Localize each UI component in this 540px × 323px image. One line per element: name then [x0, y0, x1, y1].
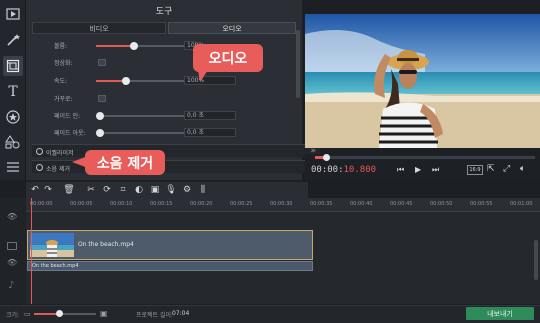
tick-label: 00:00:20 — [190, 201, 213, 207]
tick-label: 00:00:45 — [390, 201, 413, 207]
fade-out-label: 페이드 아웃: — [54, 130, 86, 137]
preview-progress-bar[interactable] — [315, 154, 535, 161]
fade-in-slider[interactable] — [96, 112, 186, 120]
skip-forward-icon[interactable]: ⏭ — [432, 165, 439, 175]
playhead[interactable] — [31, 198, 32, 304]
duration-label: 프로젝트 길이: — [136, 312, 174, 319]
bottom-bar: 크기: ▭ ▣ 프로젝트 길이: 07:04 — [0, 305, 540, 323]
rotate-icon[interactable]: ⟳ — [102, 185, 112, 195]
cut-icon[interactable]: ✂ — [86, 185, 96, 195]
audio-callout-pointer — [198, 70, 208, 82]
play-icon[interactable]: ▶ — [415, 165, 421, 174]
stickers-icon[interactable] — [3, 107, 23, 127]
zoom-in-icon[interactable]: ▣ — [100, 309, 108, 318]
noise-removal-label: 소음 제거 — [46, 166, 70, 173]
audio-clip-label: On the beach.mp4 — [32, 263, 79, 269]
track-eye-icon[interactable]: 👁︎ — [7, 212, 17, 221]
tick-label: 00:00:25 — [230, 201, 253, 207]
volume-slider[interactable] — [96, 42, 186, 50]
edit-toolbar: ↶ ↷ 🗑︎ ✂ ⟳ ⌗ ◐ ▣ 🎙︎ ⚙ ⫼ — [26, 182, 308, 198]
tick-label: 00:00:10 — [110, 201, 133, 207]
timecode: 00:00:10.800 — [311, 165, 377, 175]
audio-callout: 오디오 — [193, 44, 263, 72]
export-button[interactable]: 내보내기 — [466, 307, 534, 320]
audio-equalizer-icon[interactable]: ⫼ — [198, 185, 208, 195]
reverse-label: 거꾸로: — [54, 96, 73, 103]
zoom-out-icon[interactable]: ▭ — [24, 310, 31, 318]
panel-title: 도구 — [155, 7, 173, 17]
tick-label: 00:00:40 — [350, 201, 373, 207]
magic-wand-icon[interactable] — [3, 30, 23, 50]
aspect-ratio-button[interactable]: 16:9 — [467, 165, 483, 175]
fade-in-label: 페이드 인: — [54, 113, 81, 120]
equalizer-radio-icon — [36, 148, 43, 155]
detach-preview-icon[interactable]: ⇱ — [487, 164, 495, 174]
color-adjust-icon[interactable]: ◐ — [134, 185, 144, 195]
speed-slider[interactable] — [96, 77, 186, 85]
panel-scrollbar[interactable] — [296, 30, 300, 98]
clip-properties-icon[interactable]: ⚙ — [182, 185, 192, 195]
noise-callout-pointer — [72, 156, 88, 168]
record-audio-icon[interactable]: 🎙︎ — [165, 185, 176, 195]
tick-label: 00:01:00 — [510, 201, 533, 207]
duration-value: 07:04 — [172, 310, 190, 317]
video-preview[interactable] — [305, 14, 540, 148]
normalize-checkbox[interactable] — [98, 59, 106, 66]
transitions-icon[interactable] — [3, 132, 23, 152]
tab-audio[interactable]: 오디오 — [168, 22, 296, 34]
tick-label: 00:00:55 — [470, 201, 493, 207]
undo-icon[interactable]: ↶ — [30, 185, 40, 195]
video-eye-icon[interactable]: 👁︎ — [7, 258, 17, 267]
skip-back-icon[interactable]: ⏮ — [397, 165, 404, 175]
zoom-slider[interactable] — [34, 310, 96, 317]
music-track-icon: ♪ — [8, 280, 15, 291]
reverse-checkbox[interactable] — [98, 95, 106, 102]
timeline-ruler[interactable]: 00:00:00 00:00:05 00:00:10 00:00:15 00:0… — [26, 198, 540, 212]
crop-icon[interactable]: ⌗ — [118, 185, 128, 195]
clip-thumbnail — [30, 233, 74, 257]
filmstrip-icon[interactable] — [3, 56, 23, 76]
volume-label: 볼륨: — [54, 43, 68, 50]
tick-label: 00:00:15 — [150, 201, 173, 207]
tab-video[interactable]: 비디오 — [32, 22, 166, 34]
redo-icon[interactable]: ↷ — [43, 185, 53, 195]
tick-label: 00:00:30 — [270, 201, 293, 207]
tick-label: 00:00:00 — [30, 201, 53, 207]
speed-label: 속도: — [54, 78, 68, 85]
track-gutter: 👁︎ 👁︎ ♪ — [0, 198, 26, 304]
insert-image-icon[interactable]: ▣ — [150, 185, 160, 195]
left-toolbar: T — [0, 0, 26, 180]
equalizer-label: 이퀄라이저 — [46, 150, 74, 157]
video-clip[interactable]: On the beach.mp4 — [27, 230, 313, 260]
tick-label: 00:00:50 — [430, 201, 453, 207]
video-track-icon — [7, 242, 17, 250]
trash-icon[interactable]: 🗑︎ — [63, 185, 74, 195]
noise-callout: 소음 제거 — [85, 150, 165, 175]
fade-in-value[interactable]: 0,0 초 — [184, 111, 236, 120]
more-tools-icon[interactable] — [3, 157, 23, 177]
fade-out-slider[interactable] — [96, 129, 186, 137]
speed-value[interactable]: 100% — [184, 76, 236, 85]
titles-icon[interactable]: T — [3, 82, 23, 102]
audio-clip[interactable]: On the beach.mp4 — [27, 261, 313, 271]
fade-out-value[interactable]: 0,0 초 — [184, 128, 236, 137]
volume-icon[interactable]: 🔈︎ — [520, 164, 525, 174]
tick-label: 00:00:05 — [70, 201, 93, 207]
preview-controls: 00:00:10.800 ⏮ ▶ ⏭ 16:9 ⇱ ⤢ 🔈︎ — [305, 154, 540, 180]
zoom-label: 크기: — [6, 312, 20, 319]
normalize-label: 정상화: — [54, 60, 73, 67]
video-clip-label: On the beach.mp4 — [78, 241, 134, 248]
noise-removal-radio-icon — [36, 164, 43, 171]
timeline-scrollbar[interactable] — [534, 240, 538, 280]
tick-label: 00:00:35 — [310, 201, 333, 207]
fullscreen-icon[interactable]: ⤢ — [503, 164, 510, 174]
media-import-icon[interactable] — [3, 4, 23, 24]
